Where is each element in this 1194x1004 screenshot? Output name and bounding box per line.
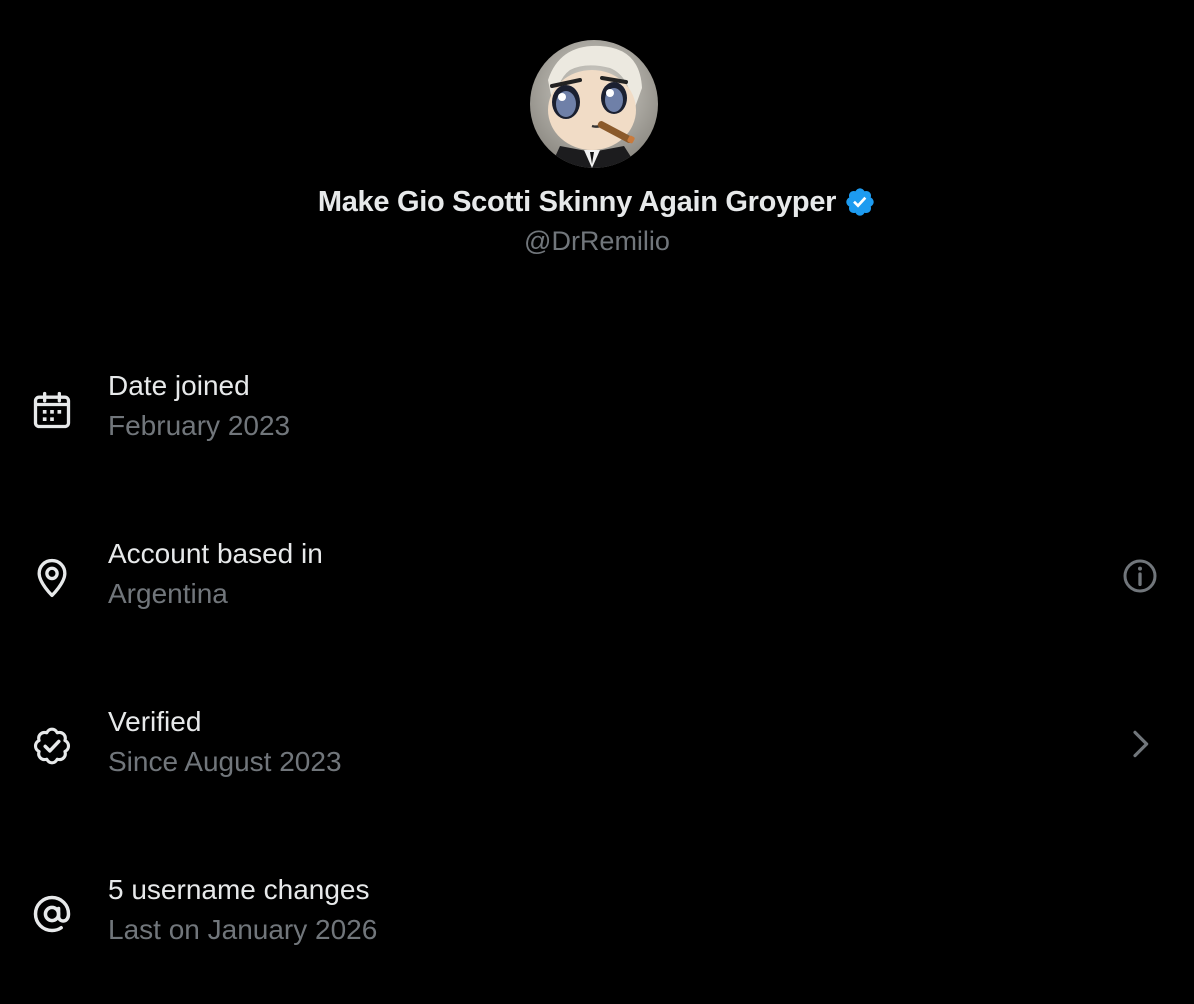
verified-badge-icon[interactable] — [844, 186, 876, 218]
verified-check-icon — [30, 724, 74, 768]
chevron-right-icon[interactable] — [1120, 724, 1160, 764]
display-name-row: Make Gio Scotti Skinny Again Groyper — [0, 182, 1194, 222]
location-pin-icon — [30, 556, 74, 600]
date-joined-title: Date joined — [108, 370, 250, 401]
verified-value: Since August 2023 — [108, 746, 342, 777]
username-changes-value: Last on January 2026 — [108, 914, 378, 945]
username-changes-title: 5 username changes — [108, 874, 370, 905]
profile-header: Make Gio Scotti Skinny Again Groyper @Dr… — [0, 0, 1194, 280]
avatar[interactable] — [530, 40, 658, 168]
at-sign-icon — [30, 892, 74, 936]
info-icon[interactable] — [1120, 556, 1160, 596]
date-joined-value: February 2023 — [108, 410, 291, 441]
calendar-icon — [30, 388, 74, 432]
date-joined-row: Date joined February 2023 — [0, 340, 1194, 480]
account-location-title: Account based in — [108, 538, 323, 569]
display-name: Make Gio Scotti Skinny Again Groyper — [317, 185, 837, 218]
verified-title: Verified — [108, 706, 202, 737]
handle: @DrRemilio — [524, 226, 670, 256]
username-changes-row: 5 username changes Last on January 2026 — [0, 844, 1194, 984]
account-location-value: Argentina — [108, 578, 228, 609]
account-location-row: Account based in Argentina — [0, 508, 1194, 648]
verified-row[interactable]: Verified Since August 2023 — [0, 676, 1194, 816]
